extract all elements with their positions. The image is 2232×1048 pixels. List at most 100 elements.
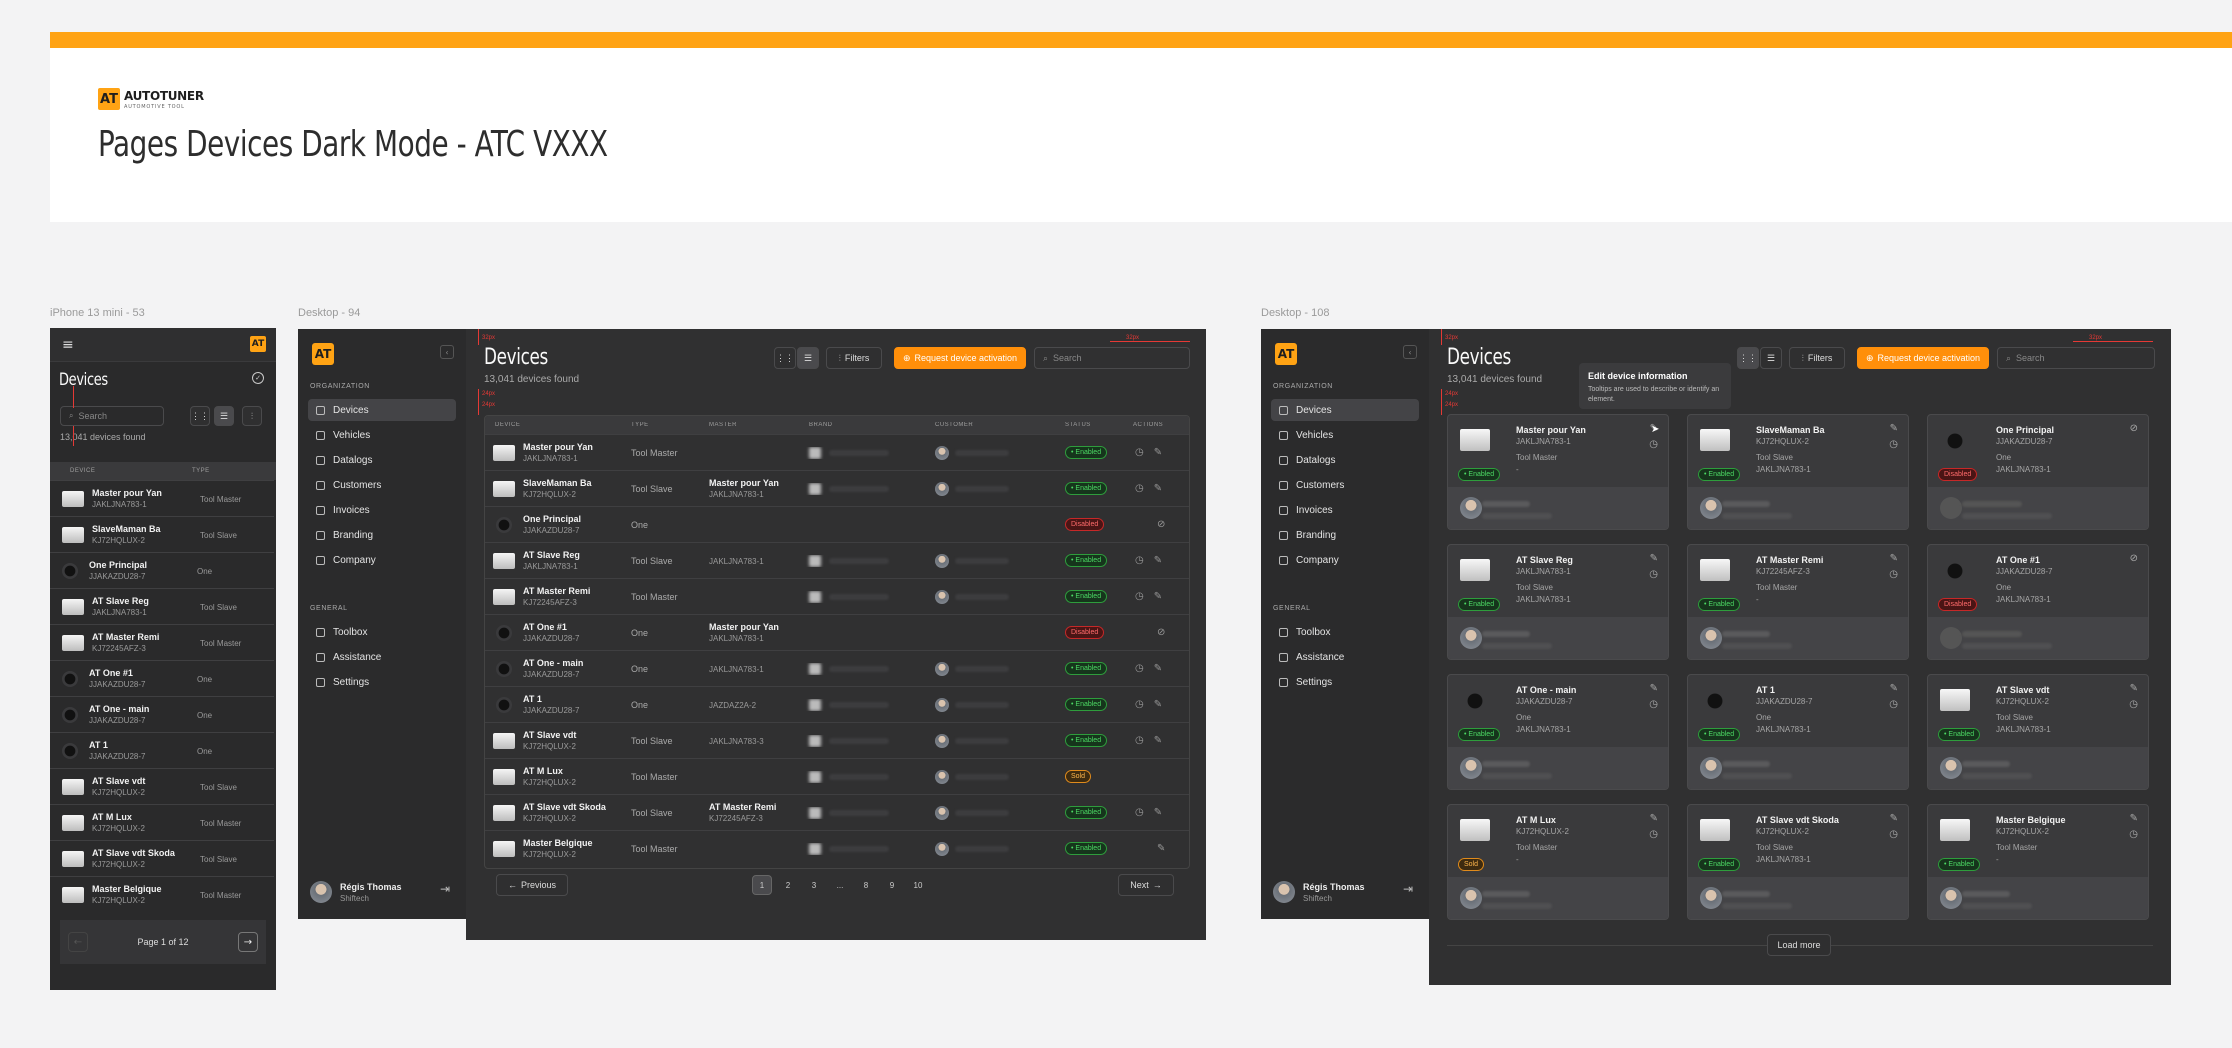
edit-icon[interactable]: ✎ [1154,735,1162,746]
col-header-status[interactable]: STATUS [1061,422,1129,428]
col-header-device[interactable]: DEVICE [485,422,627,428]
list-item[interactable]: AT One - main JJAKAZDU28-7 One [50,696,274,732]
grid-view-icon[interactable]: ⋮⋮ [774,347,796,369]
history-icon[interactable]: ◷ [1649,569,1658,580]
sidebar-item-devices[interactable]: Devices [1271,399,1419,421]
grid-view-icon[interactable]: ⋮⋮ [190,406,210,426]
list-view-icon[interactable]: ☰ [214,406,234,426]
table-row[interactable]: AT One #1 JJAKAZDU28-7 One Master pour Yan J… [485,614,1189,650]
history-icon[interactable]: ◷ [1135,699,1144,710]
filter-icon[interactable]: ⫶ [242,406,262,426]
list-item[interactable]: Master pour Yan JAKLJNA783-1 Tool Master [50,480,274,516]
table-row[interactable]: AT Slave vdt KJ72HQLUX-2 Tool Slave JAKLJNA… [485,722,1189,758]
list-item[interactable]: AT M Lux KJ72HQLUX-2 Tool Master [50,804,274,840]
sidebar-item-branding[interactable]: Branding [308,524,456,546]
list-item[interactable]: AT Slave vdt Skoda KJ72HQLUX-2 Tool Slave [50,840,274,876]
table-row[interactable]: AT Slave Reg JAKLJNA783-1 Tool Slave JAKLJN… [485,542,1189,578]
edit-icon[interactable]: ✎ [1890,683,1898,694]
mobile-col-type[interactable]: TYPE [192,468,210,474]
grid-view-icon[interactable]: ⋮⋮ [1737,347,1759,369]
history-icon[interactable]: ◷ [1649,699,1658,710]
history-icon[interactable]: ◷ [1135,447,1144,458]
history-icon[interactable]: ◷ [1889,569,1898,580]
edit-icon[interactable]: ✎ [1154,447,1162,458]
list-view-icon[interactable]: ☰ [1760,347,1782,369]
sidebar-item-toolbox[interactable]: Toolbox [1271,621,1419,643]
edit-icon[interactable]: ✎ [2130,683,2138,694]
history-icon[interactable]: ◷ [1649,829,1658,840]
history-icon[interactable]: ◷ [2129,699,2138,710]
table-row[interactable]: AT M Lux KJ72HQLUX-2 Tool Master Sold [485,758,1189,794]
check-circle-icon[interactable]: ⊘ [1157,519,1165,530]
device-card[interactable]: • Enabled Master pour Yan JAKLJNA783-1 Tool… [1447,414,1669,530]
next-page-icon[interactable]: → [238,932,258,952]
edit-icon[interactable]: ✎ [1154,699,1162,710]
edit-icon[interactable]: ✎ [1890,553,1898,564]
table-row[interactable]: One Principal JJAKAZDU28-7 One Disabled ⊘ [485,506,1189,542]
check-circle-icon[interactable]: ✓ [252,372,264,384]
col-header-master[interactable]: MASTER [705,422,805,428]
device-card[interactable]: • Enabled Master Belgique KJ72HQLUX-2 Tool … [1927,804,2149,920]
sidebar-item-branding[interactable]: Branding [1271,524,1419,546]
page-button[interactable]: 8 [856,875,876,895]
list-view-icon[interactable]: ☰ [797,347,819,369]
edit-icon[interactable]: ✎ [1154,663,1162,674]
table-row[interactable]: Master pour Yan JAKLJNA783-1 Tool Master • … [485,434,1189,470]
sidebar-item-settings[interactable]: Settings [1271,671,1419,693]
page-button[interactable]: 1 [752,875,772,895]
history-icon[interactable]: ◷ [1135,483,1144,494]
edit-icon[interactable]: ✎ [1157,843,1165,854]
device-card[interactable]: • Enabled SlaveMaman Ba KJ72HQLUX-2 Tool Sl… [1687,414,1909,530]
hamburger-icon[interactable]: ≡ [62,338,74,352]
device-card[interactable]: Disabled AT One #1 JJAKAZDU28-7 One JAKLJNA7… [1927,544,2149,660]
sidebar-item-datalogs[interactable]: Datalogs [308,449,456,471]
logout-icon[interactable]: ⇥ [1403,882,1413,896]
device-card[interactable]: • Enabled AT Slave vdt Skoda KJ72HQLUX-2 To… [1687,804,1909,920]
check-circle-icon[interactable]: ⊘ [2130,553,2138,564]
history-icon[interactable]: ◷ [1889,439,1898,450]
search-input[interactable]: ⌕ Search [1034,347,1190,369]
device-card[interactable]: • Enabled AT One - main JJAKAZDU28-7 One JAK… [1447,674,1669,790]
sidebar-item-datalogs[interactable]: Datalogs [1271,449,1419,471]
sidebar-item-invoices[interactable]: Invoices [1271,499,1419,521]
page-button[interactable]: 3 [804,875,824,895]
table-row[interactable]: AT Master Remi KJ72245AFZ-3 Tool Master • E… [485,578,1189,614]
list-item[interactable]: AT One #1 JJAKAZDU28-7 One [50,660,274,696]
edit-icon[interactable]: ✎ [1650,813,1658,824]
mobile-col-device[interactable]: DEVICE [70,468,192,474]
list-item[interactable]: AT 1 JJAKAZDU28-7 One [50,732,274,768]
check-circle-icon[interactable]: ⊘ [1157,627,1165,638]
mobile-search-input[interactable]: ⌕ Search [60,406,164,426]
list-item[interactable]: One Principal JJAKAZDU28-7 One [50,552,274,588]
sidebar-item-settings[interactable]: Settings [308,671,456,693]
history-icon[interactable]: ◷ [1135,807,1144,818]
edit-icon[interactable]: ✎ [1154,555,1162,566]
sidebar-item-vehicles[interactable]: Vehicles [308,424,456,446]
col-header-actions[interactable]: ACTIONS [1129,422,1189,428]
sidebar-item-devices[interactable]: Devices [308,399,456,421]
table-row[interactable]: AT Slave vdt Skoda KJ72HQLUX-2 Tool Slave A… [485,794,1189,830]
list-item[interactable]: AT Master Remi KJ72245AFZ-3 Tool Master [50,624,274,660]
history-icon[interactable]: ◷ [1889,699,1898,710]
history-icon[interactable]: ◷ [1135,735,1144,746]
edit-icon[interactable]: ✎ [1890,423,1898,434]
device-card[interactable]: • Enabled AT 1 JJAKAZDU28-7 One JAKLJNA783-1… [1687,674,1909,790]
check-circle-icon[interactable]: ⊘ [2130,423,2138,434]
list-item[interactable]: Master Belgique KJ72HQLUX-2 Tool Master [50,876,274,912]
table-row[interactable]: SlaveMaman Ba KJ72HQLUX-2 Tool Slave Master… [485,470,1189,506]
edit-icon[interactable]: ✎ [1154,483,1162,494]
edit-icon[interactable]: ✎ [1154,807,1162,818]
edit-icon[interactable]: ✎ [1650,553,1658,564]
previous-button[interactable]: ← Previous [496,874,568,896]
col-header-customer[interactable]: CUSTOMER [931,422,1061,428]
page-button[interactable]: 9 [882,875,902,895]
request-activation-button[interactable]: ⊕ Request device activation [1857,347,1989,369]
request-activation-button[interactable]: ⊕ Request device activation [894,347,1026,369]
history-icon[interactable]: ◷ [1135,555,1144,566]
page-button[interactable]: 10 [908,875,928,895]
sidebar-item-customers[interactable]: Customers [1271,474,1419,496]
history-icon[interactable]: ◷ [1135,663,1144,674]
col-header-brand[interactable]: BRAND [805,422,931,428]
sidebar-item-company[interactable]: Company [308,549,456,571]
table-row[interactable]: AT One - main JJAKAZDU28-7 One JAKLJNA783-1… [485,650,1189,686]
